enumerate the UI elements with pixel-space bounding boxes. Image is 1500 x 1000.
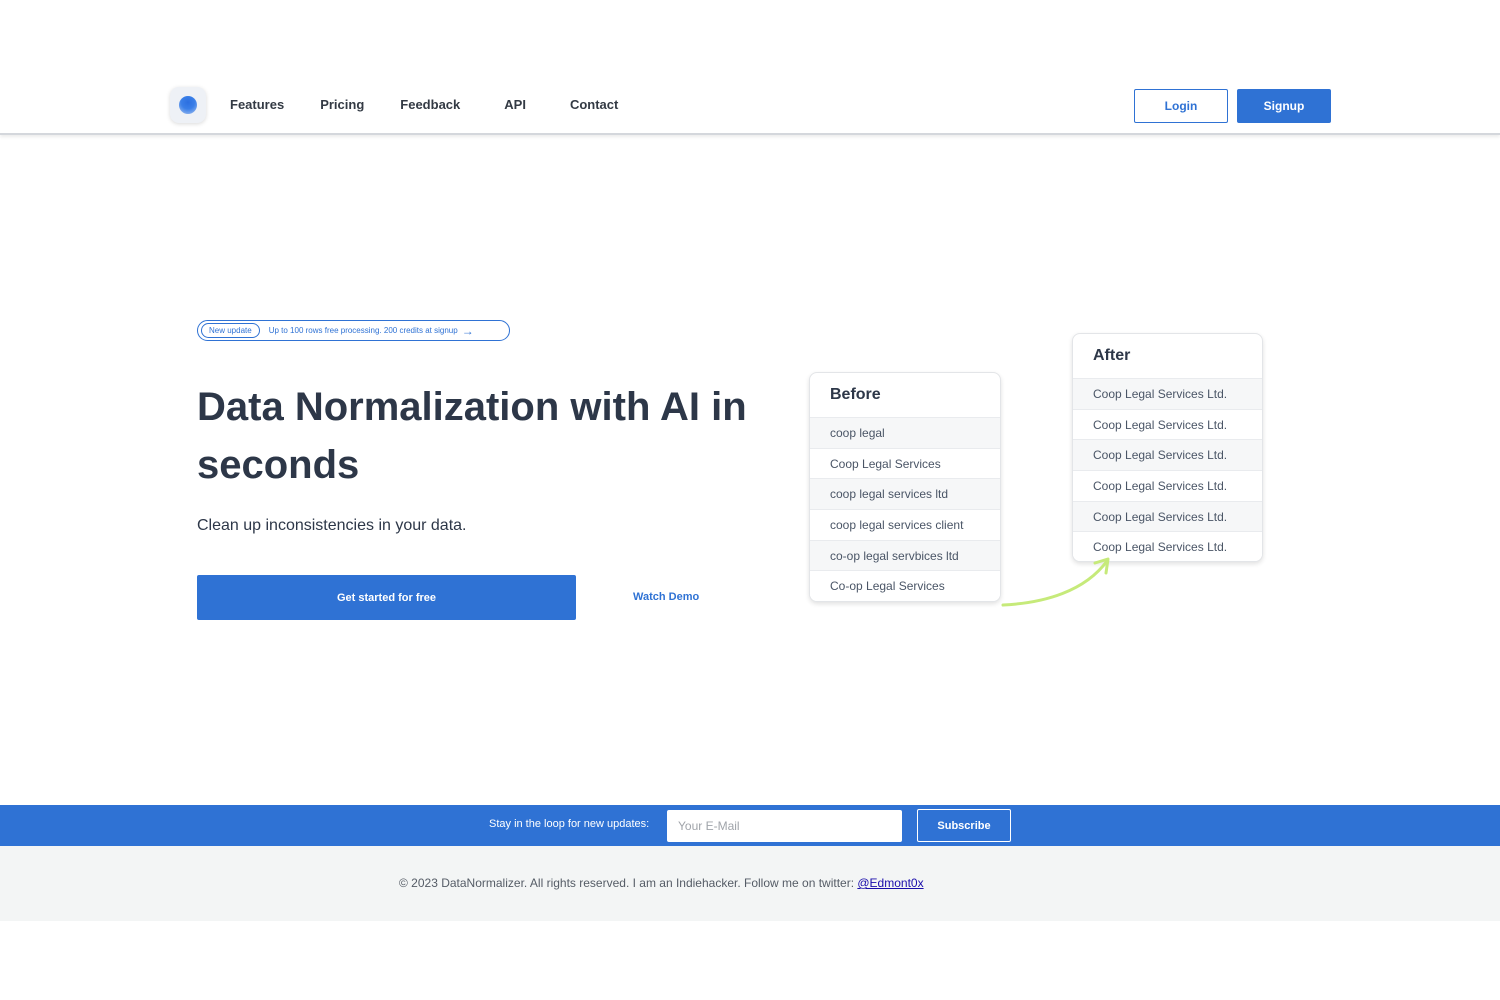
- after-row: Coop Legal Services Ltd.: [1073, 378, 1262, 409]
- subscribe-button[interactable]: Subscribe: [917, 809, 1011, 842]
- email-field[interactable]: [667, 810, 902, 842]
- before-row: Coop Legal Services: [810, 447, 1000, 479]
- nav-link-feedback[interactable]: Feedback: [400, 97, 460, 112]
- nav-link-features[interactable]: Features: [230, 97, 284, 112]
- after-card: After Coop Legal Services Ltd. Coop Lega…: [1072, 333, 1263, 562]
- login-button[interactable]: Login: [1134, 89, 1228, 123]
- arrow-right-icon: →: [461, 323, 474, 338]
- nav-link-api[interactable]: API: [504, 97, 526, 112]
- before-row: coop legal services client: [810, 509, 1000, 540]
- before-row: Co-op Legal Services: [810, 570, 1000, 601]
- subscribe-bar: Stay in the loop for new updates: Subscr…: [0, 805, 1500, 846]
- hero-title: Data Normalization with AI in seconds: [197, 385, 747, 487]
- before-row: co-op legal servbices ltd: [810, 539, 1000, 571]
- footer-copyright: © 2023 DataNormalizer. All rights reserv…: [399, 876, 858, 890]
- logo-dot: [179, 96, 197, 114]
- update-tag: New update: [201, 323, 260, 338]
- nav-link-pricing[interactable]: Pricing: [320, 97, 364, 112]
- twitter-link[interactable]: @Edmont0x: [857, 876, 923, 890]
- navbar: Features Pricing Feedback API Contact Lo…: [0, 0, 1500, 135]
- footer-text: © 2023 DataNormalizer. All rights reserv…: [399, 876, 924, 890]
- logo-icon[interactable]: [170, 87, 206, 123]
- after-row: Coop Legal Services Ltd.: [1073, 408, 1262, 440]
- before-card: Before coop legal Coop Legal Services co…: [809, 372, 1001, 602]
- signup-button[interactable]: Signup: [1237, 89, 1331, 123]
- after-card-title: After: [1093, 347, 1131, 364]
- after-row: Coop Legal Services Ltd.: [1073, 500, 1262, 532]
- before-card-title: Before: [830, 386, 881, 403]
- curved-arrow-icon: [1001, 557, 1110, 607]
- hero-subtitle: Clean up inconsistencies in your data.: [197, 517, 467, 534]
- footer: © 2023 DataNormalizer. All rights reserv…: [0, 846, 1500, 921]
- after-row: Coop Legal Services Ltd.: [1073, 470, 1262, 501]
- before-row: coop legal: [810, 417, 1000, 448]
- update-banner[interactable]: New update Up to 100 rows free processin…: [197, 320, 510, 341]
- before-row: coop legal services ltd: [810, 478, 1000, 510]
- watch-demo-link[interactable]: Watch Demo: [633, 591, 699, 603]
- nav-link-contact[interactable]: Contact: [570, 97, 618, 112]
- update-text: Up to 100 rows free processing. 200 cred…: [268, 326, 458, 335]
- get-started-button[interactable]: Get started for free: [197, 575, 576, 620]
- nav-links: Features Pricing Feedback API Contact: [230, 97, 618, 112]
- after-row: Coop Legal Services Ltd.: [1073, 439, 1262, 471]
- subscribe-label: Stay in the loop for new updates:: [489, 818, 650, 830]
